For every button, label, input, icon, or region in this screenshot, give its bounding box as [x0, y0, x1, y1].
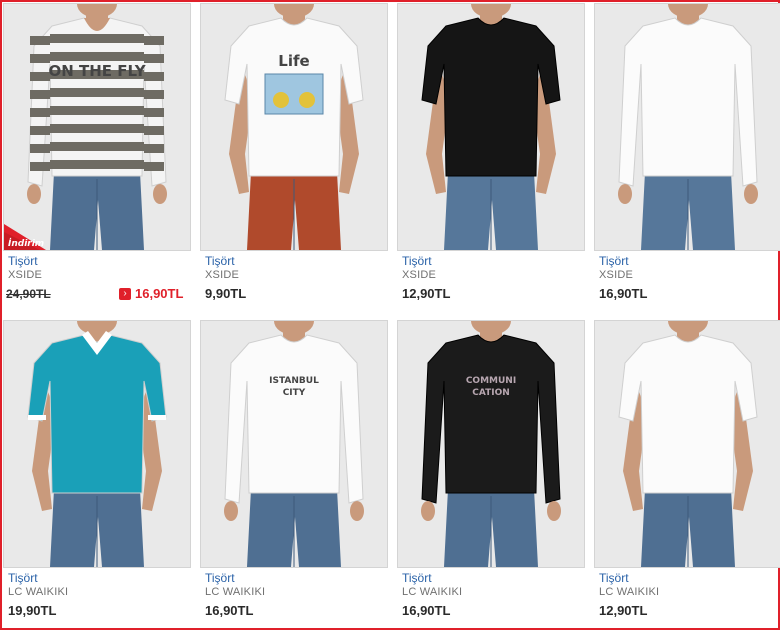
- product-image[interactable]: Life: [200, 3, 388, 251]
- product-card[interactable]: Tişört XSIDE 16,90TL: [594, 3, 780, 301]
- product-brand: LC WAIKIKI: [402, 586, 463, 598]
- product-card[interactable]: Tişört XSIDE 12,90TL: [397, 3, 585, 301]
- product-category-link[interactable]: Tişört: [8, 571, 38, 585]
- product-category-link[interactable]: Tişört: [205, 254, 235, 268]
- product-category-link[interactable]: Tişört: [8, 254, 38, 268]
- product-image[interactable]: COMMUNI CATION: [397, 320, 585, 568]
- product-photo-svg: Life: [224, 4, 364, 250]
- product-brand: XSIDE: [205, 269, 240, 281]
- product-brand: LC WAIKIKI: [599, 586, 660, 598]
- product-brand: LC WAIKIKI: [205, 586, 266, 598]
- svg-text:ISTANBUL: ISTANBUL: [269, 376, 319, 386]
- product-brand: XSIDE: [599, 269, 634, 281]
- product-card[interactable]: Life Tişört XSIDE 9,90TL: [200, 3, 388, 301]
- product-image[interactable]: [594, 320, 780, 568]
- product-price: 12,90TL: [599, 603, 648, 618]
- product-image[interactable]: ON THE FLY İndirim: [3, 3, 191, 251]
- svg-text:CATION: CATION: [472, 388, 510, 398]
- product-category-link[interactable]: Tişört: [402, 254, 432, 268]
- product-image[interactable]: [397, 3, 585, 251]
- product-brand: XSIDE: [8, 269, 43, 281]
- svg-text:ON THE FLY: ON THE FLY: [48, 62, 146, 80]
- product-photo-svg: ON THE FLY: [27, 4, 167, 250]
- product-image[interactable]: [594, 3, 780, 251]
- product-photo-svg: COMMUNI CATION: [421, 321, 561, 567]
- product-price: 16,90TL: [205, 603, 254, 618]
- product-photo-svg: [421, 4, 561, 250]
- product-photo-svg: [618, 4, 758, 250]
- svg-text:CITY: CITY: [283, 388, 306, 398]
- discount-badge-label: İndirim: [8, 239, 45, 249]
- product-price: 9,90TL: [205, 286, 247, 301]
- product-brand: XSIDE: [402, 269, 437, 281]
- product-photo-svg: [27, 321, 167, 567]
- product-card[interactable]: ON THE FLY İndirim Tişört XSIDE 24,90TL …: [3, 3, 191, 301]
- product-price: 16,90TL: [402, 603, 451, 618]
- product-photo-svg: [618, 321, 758, 567]
- product-price: 12,90TL: [402, 286, 451, 301]
- svg-text:Life: Life: [278, 52, 309, 70]
- product-category-link[interactable]: Tişört: [205, 571, 235, 585]
- product-category-link[interactable]: Tişört: [402, 571, 432, 585]
- product-price: 16,90TL: [599, 286, 648, 301]
- product-category-link[interactable]: Tişört: [599, 254, 629, 268]
- product-price: 19,90TL: [8, 603, 57, 618]
- product-old-price: 24,90TL: [6, 287, 51, 301]
- product-sale-price: 16,90TL: [135, 286, 184, 301]
- discount-badge: İndirim: [4, 224, 46, 250]
- product-card[interactable]: ISTANBUL CITY Tişört LC WAIKIKI 16,90TL: [200, 320, 388, 618]
- product-photo-svg: ISTANBUL CITY: [224, 321, 364, 567]
- product-card[interactable]: Tişört LC WAIKIKI 19,90TL: [3, 320, 191, 618]
- product-brand: LC WAIKIKI: [8, 586, 69, 598]
- product-image[interactable]: [3, 320, 191, 568]
- product-category-link[interactable]: Tişört: [599, 571, 629, 585]
- chevron-right-icon: ›: [119, 288, 131, 300]
- svg-text:COMMUNI: COMMUNI: [466, 376, 516, 386]
- product-card[interactable]: Tişört LC WAIKIKI 12,90TL: [594, 320, 780, 618]
- product-card[interactable]: COMMUNI CATION Tişört LC WAIKIKI 16,90TL: [397, 320, 585, 618]
- product-image[interactable]: ISTANBUL CITY: [200, 320, 388, 568]
